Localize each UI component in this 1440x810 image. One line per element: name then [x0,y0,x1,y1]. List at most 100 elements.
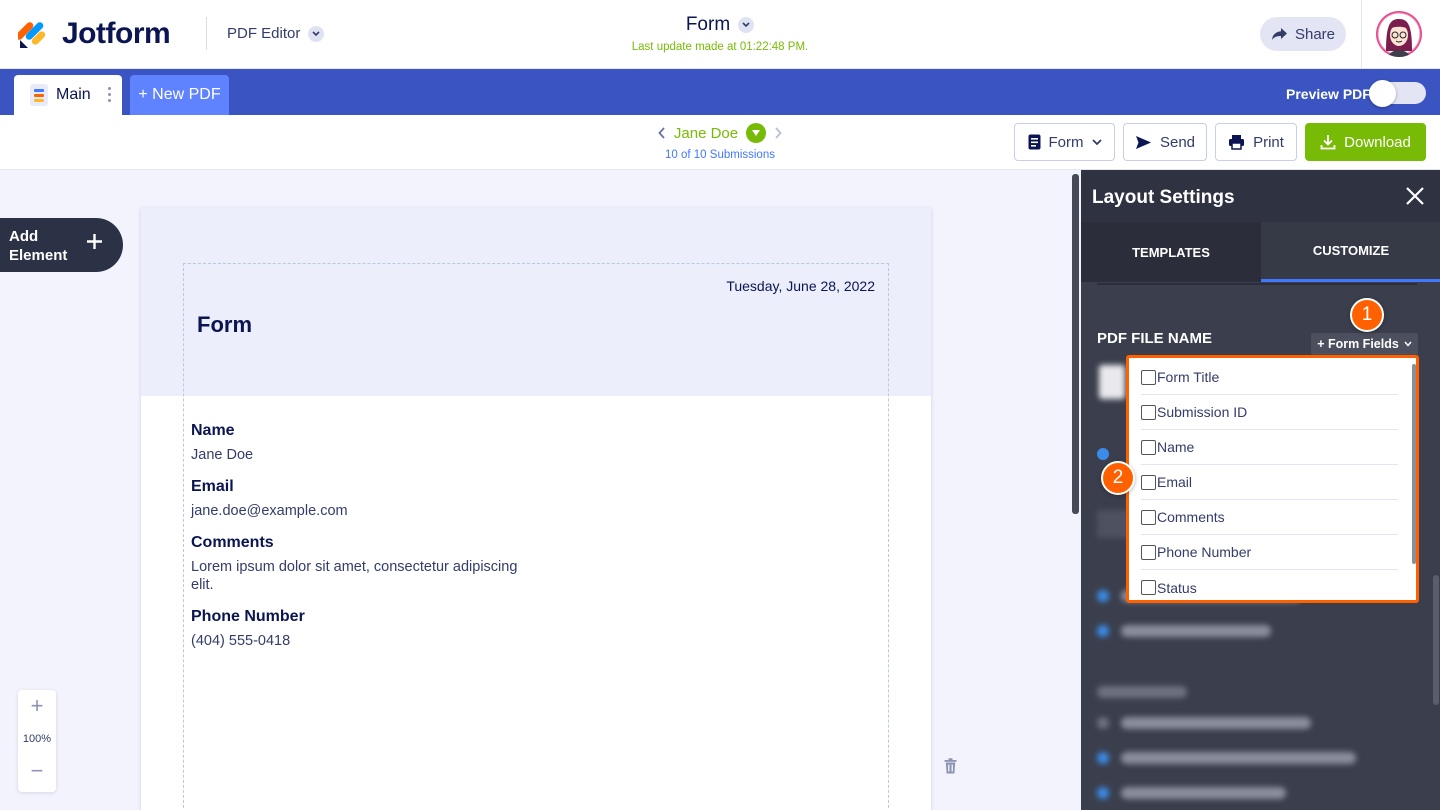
blurred-option-text [1121,625,1271,637]
blurred-checkbox [1097,717,1109,729]
field-value: (404) 555-0418 [191,633,291,649]
more-options-icon[interactable] [108,87,112,105]
brand-name[interactable]: Jotform [62,17,171,51]
field-name[interactable]: Name Jane Doe [191,422,541,464]
field-label: Email [191,478,234,495]
preview-pdf-label: Preview PDF [1286,86,1371,102]
checkbox[interactable] [1141,404,1156,420]
send-label: Send [1159,133,1196,151]
close-icon[interactable] [1405,186,1425,206]
trash-icon[interactable] [944,758,957,774]
header-divider [206,17,207,50]
option-submission-id[interactable]: Submission ID [1141,395,1398,430]
toggle-knob [1369,80,1396,107]
form-fields-dropdown: Form Title Submission ID Name Email Comm… [1126,355,1419,603]
product-name: PDF Editor [227,25,301,42]
form-select-button[interactable]: Form [1014,123,1115,161]
document-title[interactable]: Form [685,14,755,36]
tab-customize[interactable]: CUSTOMIZE [1261,222,1440,282]
option-label: Name [1157,439,1195,455]
share-button[interactable]: Share [1260,17,1346,51]
product-switcher[interactable]: PDF Editor [227,25,325,42]
blurred-file-icon [1099,365,1125,399]
download-icon [1320,135,1336,150]
tab-main[interactable]: Main [14,75,122,115]
blurred-option-text [1121,787,1286,799]
option-phone-number[interactable]: Phone Number [1141,535,1398,570]
option-label: Form Title [1157,369,1220,385]
option-email[interactable]: Email [1141,465,1398,500]
submission-toolbar: Jane Doe 10 of 10 Submissions Form Send … [0,115,1440,170]
send-icon [1135,135,1151,149]
option-label: Status [1157,579,1197,596]
checkbox[interactable] [1141,369,1156,385]
option-form-title[interactable]: Form Title [1141,360,1398,395]
blurred-option-text [1121,752,1356,764]
option-name[interactable]: Name [1141,430,1398,465]
preview-pdf-toggle[interactable] [1369,80,1426,107]
submission-navigator: Jane Doe 10 of 10 Submissions [640,123,800,161]
step-marker-1: 1 [1350,298,1384,332]
document-title-area: Form Last update made at 01:22:48 PM. [600,14,840,53]
user-avatar[interactable] [1376,11,1422,57]
canvas-scrollbar[interactable] [1072,174,1079,514]
chevron-right-icon[interactable] [774,127,782,139]
checkbox[interactable] [1141,439,1156,455]
panel-header: Layout Settings [1081,170,1440,222]
panel-title: Layout Settings [1092,187,1235,208]
panel-divider [1097,283,1417,285]
zoom-out-button[interactable]: − [18,756,56,790]
submission-date[interactable]: Tuesday, June 28, 2022 [726,278,875,294]
form-fields-button[interactable]: + Form Fields [1311,333,1418,355]
download-label: Download [1344,133,1411,151]
form-select-label: Form [1048,133,1084,151]
field-value: jane.doe@example.com [191,503,348,519]
blurred-checkbox [1097,590,1109,602]
document-title-text: Form [685,14,731,35]
option-label: Phone Number [1157,544,1252,560]
zoom-in-button[interactable]: + [18,690,56,722]
tab-templates[interactable]: TEMPLATES [1081,222,1261,282]
form-icon [1028,134,1040,150]
field-value: Lorem ipsum dolor sit amet, consectetur … [191,559,518,593]
field-comments[interactable]: Comments Lorem ipsum dolor sit amet, con… [191,534,541,594]
share-arrow-icon [1271,28,1287,40]
checkbox[interactable] [1141,580,1156,595]
panel-scrollbar[interactable] [1433,575,1439,705]
plus-icon [87,234,102,249]
submission-dropdown-icon[interactable] [746,123,767,143]
header-divider [1361,0,1362,69]
field-label: Name [191,422,235,439]
blurred-section-heading [1097,686,1187,698]
checkbox[interactable] [1141,509,1156,525]
field-email[interactable]: Email jane.doe@example.com [191,478,541,520]
option-status[interactable]: Status [1141,570,1398,600]
checkbox[interactable] [1141,474,1156,490]
new-pdf-tab[interactable]: + New PDF [130,75,229,115]
chevron-left-icon[interactable] [658,127,666,139]
option-label: Comments [1157,509,1225,525]
print-button[interactable]: Print [1215,123,1297,161]
add-element-button[interactable]: Add Element [0,218,123,272]
document-icon [30,84,48,106]
panel-tabs: TEMPLATES CUSTOMIZE [1081,222,1440,282]
print-label: Print [1253,133,1284,151]
send-button[interactable]: Send [1123,123,1207,161]
pdf-form-title[interactable]: Form [197,312,252,338]
chevron-down-icon [1091,138,1102,145]
download-button[interactable]: Download [1305,123,1426,161]
checkbox[interactable] [1141,544,1156,560]
chevron-down-icon [1404,341,1412,347]
pdf-page[interactable]: Tuesday, June 28, 2022 Form Name Jane Do… [141,208,931,810]
add-element-label-line2: Element [9,247,68,264]
pdf-tabs-bar: Main + New PDF Preview PDF [0,69,1440,115]
submitter-name[interactable]: Jane Doe [674,125,738,142]
field-label: Phone Number [191,608,305,625]
jotform-logo-icon[interactable] [18,18,48,50]
option-comments[interactable]: Comments [1141,500,1398,535]
field-phone-number[interactable]: Phone Number (404) 555-0418 [191,608,541,650]
field-value: Jane Doe [191,447,254,463]
dropdown-scrollbar[interactable] [1412,364,1416,564]
zoom-control: + 100% − [18,690,56,792]
option-label: Email [1157,474,1193,490]
